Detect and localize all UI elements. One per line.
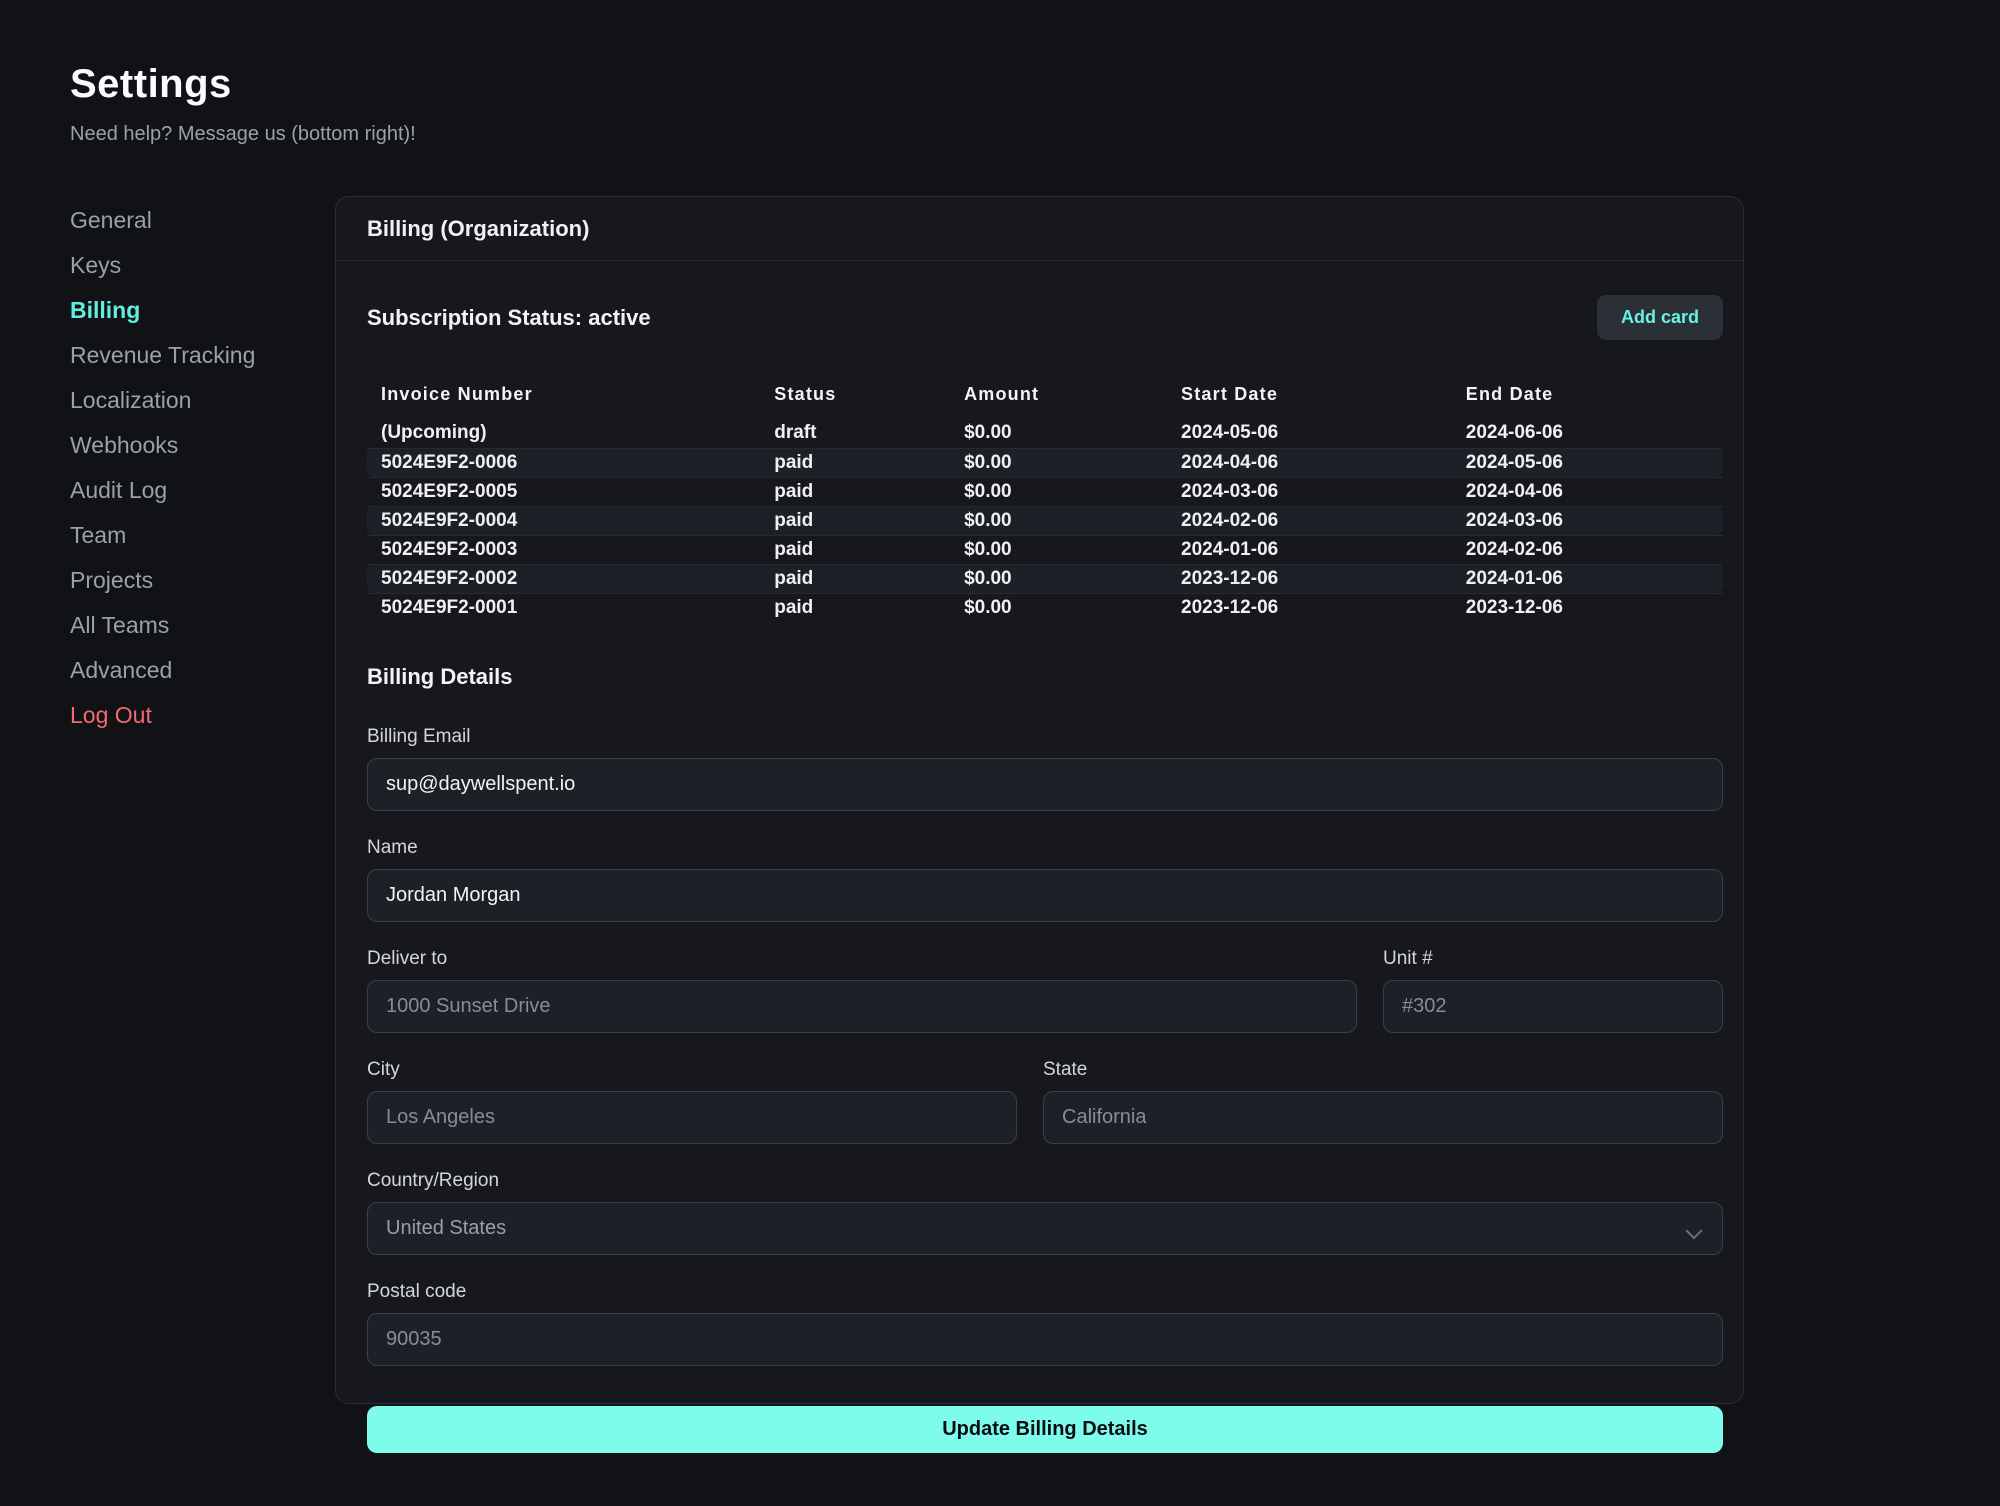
invoice-end-date: 2023-12-06 [1452, 593, 1723, 622]
invoice-start-date: 2023-12-06 [1167, 593, 1452, 622]
page-header: Settings Need help? Message us (bottom r… [70, 62, 416, 146]
sidebar-item-revenue-tracking[interactable]: Revenue Tracking [70, 333, 320, 378]
invoice-row: 5024E9F2-0006 paid $0.00 2024-04-06 2024… [367, 448, 1723, 477]
col-start-date: Start Date [1167, 378, 1452, 419]
invoice-amount: $0.00 [950, 506, 1167, 535]
postal-code-field[interactable] [367, 1313, 1723, 1366]
invoice-number: 5024E9F2-0003 [367, 535, 760, 564]
state-label: State [1043, 1059, 1723, 1081]
invoice-end-date: 2024-06-06 [1452, 419, 1723, 448]
deliver-to-label: Deliver to [367, 948, 1357, 970]
country-select-value: United States [386, 1217, 506, 1240]
deliver-to-field[interactable] [367, 980, 1357, 1033]
invoice-status: paid [760, 477, 950, 506]
invoice-end-date: 2024-01-06 [1452, 564, 1723, 593]
name-field[interactable] [367, 869, 1723, 922]
invoice-status: draft [760, 419, 950, 448]
invoice-start-date: 2024-04-06 [1167, 448, 1452, 477]
invoice-row: 5024E9F2-0003 paid $0.00 2024-01-06 2024… [367, 535, 1723, 564]
country-label: Country/Region [367, 1170, 1723, 1192]
invoice-status: paid [760, 593, 950, 622]
invoice-status: paid [760, 448, 950, 477]
invoice-row: (Upcoming) draft $0.00 2024-05-06 2024-0… [367, 419, 1723, 448]
invoice-number: (Upcoming) [367, 419, 760, 448]
invoice-end-date: 2024-02-06 [1452, 535, 1723, 564]
invoice-row: 5024E9F2-0004 paid $0.00 2024-02-06 2024… [367, 506, 1723, 535]
add-card-button[interactable]: Add card [1597, 295, 1723, 340]
settings-sidebar: General Keys Billing Revenue Tracking Lo… [70, 198, 320, 738]
invoice-start-date: 2024-02-06 [1167, 506, 1452, 535]
sidebar-item-audit-log[interactable]: Audit Log [70, 468, 320, 513]
update-billing-details-button[interactable]: Update Billing Details [367, 1406, 1723, 1453]
sidebar-item-team[interactable]: Team [70, 513, 320, 558]
sidebar-item-localization[interactable]: Localization [70, 378, 320, 423]
page-subtitle: Need help? Message us (bottom right)! [70, 123, 416, 146]
page-title: Settings [70, 62, 416, 107]
country-select[interactable]: United States [367, 1202, 1723, 1255]
billing-details-form: Billing Email Name Deliver to Unit # [367, 726, 1723, 1453]
subscription-status: Subscription Status: active [367, 305, 651, 331]
billing-panel: Billing (Organization) Subscription Stat… [335, 196, 1744, 1404]
state-field[interactable] [1043, 1091, 1723, 1144]
invoice-number: 5024E9F2-0004 [367, 506, 760, 535]
sidebar-item-billing[interactable]: Billing [70, 288, 320, 333]
col-invoice-number: Invoice Number [367, 378, 760, 419]
invoice-number: 5024E9F2-0002 [367, 564, 760, 593]
invoice-end-date: 2024-05-06 [1452, 448, 1723, 477]
sidebar-item-general[interactable]: General [70, 198, 320, 243]
invoice-table-header: Invoice Number Status Amount Start Date … [367, 378, 1723, 419]
billing-email-label: Billing Email [367, 726, 1723, 748]
billing-email-field[interactable] [367, 758, 1723, 811]
invoice-number: 5024E9F2-0005 [367, 477, 760, 506]
city-field[interactable] [367, 1091, 1017, 1144]
invoice-amount: $0.00 [950, 535, 1167, 564]
invoice-start-date: 2023-12-06 [1167, 564, 1452, 593]
billing-details-heading: Billing Details [367, 664, 1723, 690]
unit-label: Unit # [1383, 948, 1723, 970]
invoice-row: 5024E9F2-0002 paid $0.00 2023-12-06 2024… [367, 564, 1723, 593]
invoice-amount: $0.00 [950, 593, 1167, 622]
unit-field[interactable] [1383, 980, 1723, 1033]
invoice-row: 5024E9F2-0005 paid $0.00 2024-03-06 2024… [367, 477, 1723, 506]
panel-title: Billing (Organization) [336, 197, 1743, 261]
sidebar-item-advanced[interactable]: Advanced [70, 648, 320, 693]
invoice-number: 5024E9F2-0006 [367, 448, 760, 477]
chevron-down-icon [1688, 1220, 1702, 1234]
invoice-amount: $0.00 [950, 448, 1167, 477]
invoice-end-date: 2024-03-06 [1452, 506, 1723, 535]
name-label: Name [367, 837, 1723, 859]
col-end-date: End Date [1452, 378, 1723, 419]
postal-code-label: Postal code [367, 1281, 1723, 1303]
sidebar-item-webhooks[interactable]: Webhooks [70, 423, 320, 468]
city-label: City [367, 1059, 1017, 1081]
invoice-start-date: 2024-01-06 [1167, 535, 1452, 564]
invoice-status: paid [760, 506, 950, 535]
invoice-amount: $0.00 [950, 419, 1167, 448]
invoice-start-date: 2024-05-06 [1167, 419, 1452, 448]
col-status: Status [760, 378, 950, 419]
invoice-status: paid [760, 535, 950, 564]
invoice-table: Invoice Number Status Amount Start Date … [367, 378, 1723, 622]
sidebar-item-log-out[interactable]: Log Out [70, 693, 320, 738]
invoice-end-date: 2024-04-06 [1452, 477, 1723, 506]
invoice-amount: $0.00 [950, 564, 1167, 593]
invoice-status: paid [760, 564, 950, 593]
invoice-row: 5024E9F2-0001 paid $0.00 2023-12-06 2023… [367, 593, 1723, 622]
col-amount: Amount [950, 378, 1167, 419]
invoice-number: 5024E9F2-0001 [367, 593, 760, 622]
sidebar-item-keys[interactable]: Keys [70, 243, 320, 288]
sidebar-item-projects[interactable]: Projects [70, 558, 320, 603]
invoice-start-date: 2024-03-06 [1167, 477, 1452, 506]
invoice-amount: $0.00 [950, 477, 1167, 506]
sidebar-item-all-teams[interactable]: All Teams [70, 603, 320, 648]
